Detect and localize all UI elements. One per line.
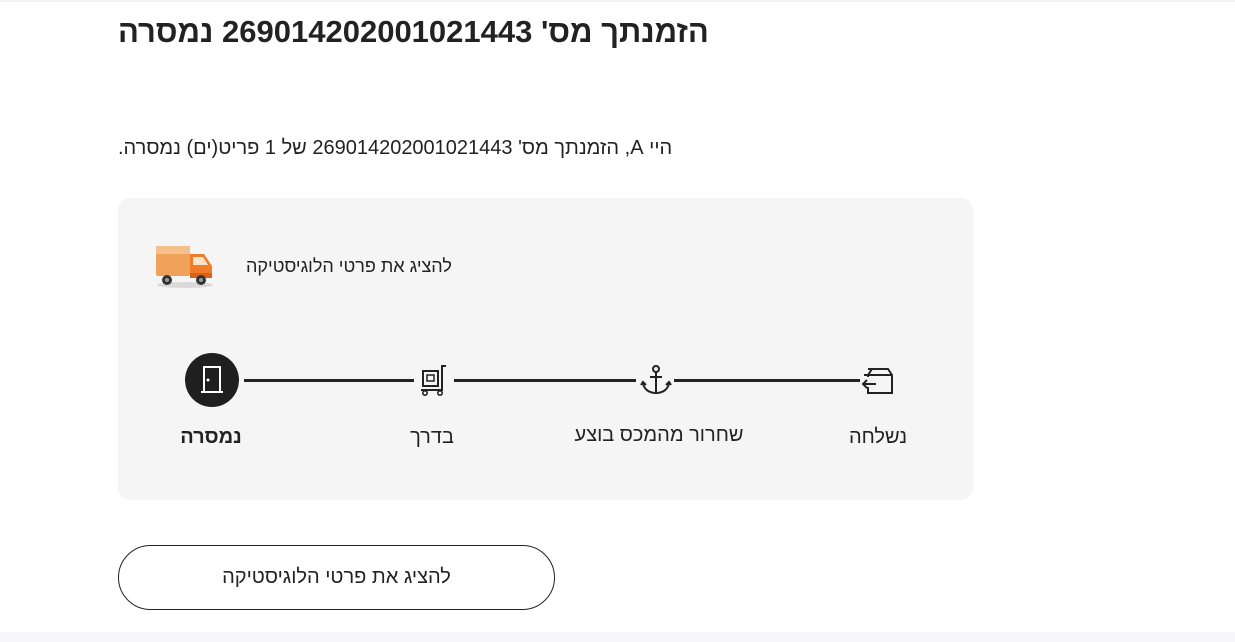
step-shipped-label: נשלחה	[848, 426, 908, 448]
top-divider	[0, 0, 1235, 2]
step-shipped-node	[846, 348, 910, 412]
bottom-band	[0, 632, 1235, 642]
logistics-details-link[interactable]: להציג את פרטי הלוגיסטיקה	[246, 256, 452, 277]
page-title: הזמנתך מס' 269014202001021443 נמסרה	[118, 14, 709, 49]
show-logistics-button[interactable]: להציג את פרטי הלוגיסטיקה	[118, 545, 555, 610]
tracking-progress: נמסרה בדרך שחרור מהמכס בוצע נשלחה	[118, 348, 973, 468]
step-customs-label: שחרור מהמכס בוצע	[574, 424, 744, 446]
progress-line	[244, 379, 414, 382]
progress-line	[454, 379, 636, 382]
tracking-card: להציג את פרטי הלוגיסטיקה נמסרה בדרך שחרו…	[118, 198, 973, 500]
step-customs-node	[624, 348, 688, 412]
truck-icon	[154, 240, 216, 290]
order-message: היי A, הזמנתך מס' 269014202001021443 של …	[118, 137, 673, 159]
logistics-row[interactable]: להציג את פרטי הלוגיסטיקה	[154, 240, 514, 290]
door-icon	[199, 365, 225, 395]
hand-truck-icon	[416, 363, 450, 397]
step-delivered-label: נמסרה	[180, 426, 242, 448]
box-return-icon	[860, 363, 896, 397]
step-in-transit-label: בדרך	[410, 426, 454, 448]
anchor-icon	[639, 363, 673, 397]
step-delivered-node	[180, 348, 244, 412]
step-in-transit-node	[401, 348, 465, 412]
progress-line	[674, 379, 860, 382]
